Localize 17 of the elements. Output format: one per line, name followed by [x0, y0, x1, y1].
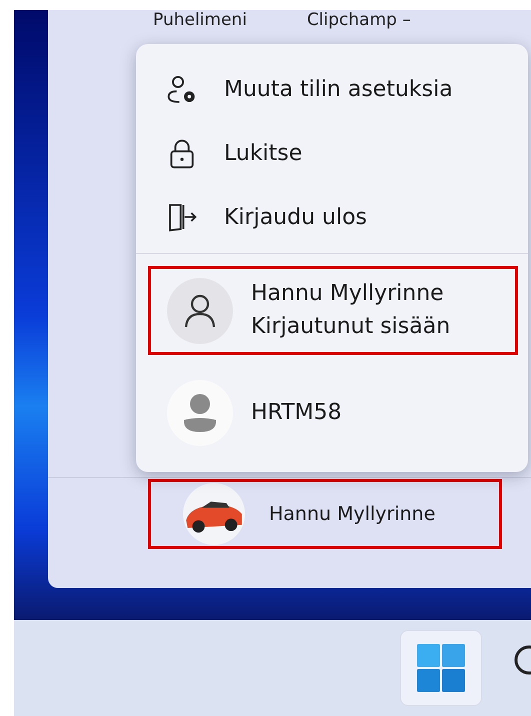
user-button[interactable]: Hannu Myllyrinne [148, 479, 502, 549]
menu-item[interactable]: Lukitse [136, 122, 528, 186]
person-avatar-icon [167, 380, 233, 446]
menu-item[interactable]: Kirjaudu ulos [136, 185, 528, 250]
account-name: Hannu Myllyrinne [251, 281, 445, 308]
app-label[interactable]: Clipchamp – [306, 10, 411, 30]
start-button[interactable] [400, 630, 482, 706]
account-item[interactable]: HRTM58 [148, 369, 518, 458]
account-name: HRTM58 [251, 400, 342, 427]
account-item[interactable]: Hannu Myllyrinne Kirjautunut sisään [148, 266, 518, 355]
menu-item[interactable]: Muuta tilin asetuksia [136, 58, 528, 122]
windows-logo-icon [417, 644, 465, 692]
door-arrow-icon [166, 201, 198, 234]
account-status: Kirjautunut sisään [251, 314, 450, 340]
app-label[interactable]: Puhelimeni [153, 10, 247, 30]
car-photo [183, 483, 245, 545]
person-avatar-icon [167, 278, 233, 344]
